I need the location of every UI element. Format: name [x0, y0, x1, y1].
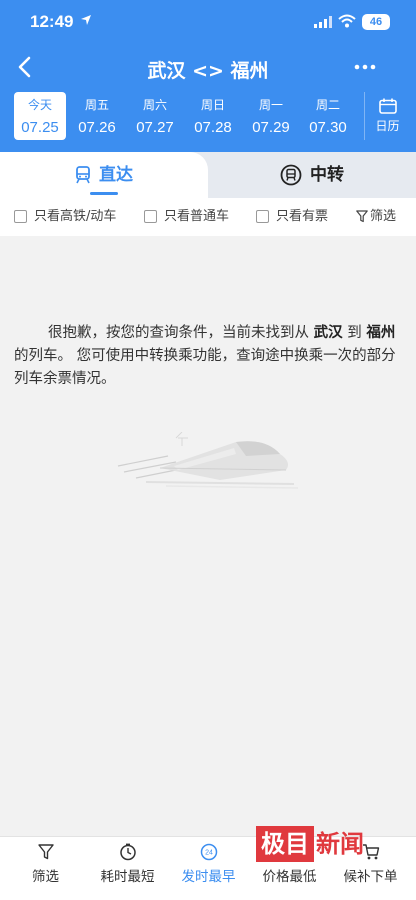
calendar-icon	[378, 98, 397, 114]
date-weekday: 周六	[142, 98, 167, 112]
high-speed-checkbox[interactable]	[14, 210, 27, 223]
sort-earliest-label: 发时最早	[181, 869, 236, 885]
nav-bar: 武汉 <> 福州	[0, 44, 416, 90]
date-item[interactable]: 周六 07.27	[129, 92, 181, 140]
high-speed-label: 只看高铁/动车	[34, 209, 117, 224]
funnel-icon	[356, 210, 368, 223]
regular-checkbox[interactable]	[144, 210, 157, 223]
date-number: 07.25	[21, 119, 59, 136]
sort-earliest-button[interactable]: 24 发时最早	[167, 843, 250, 885]
sort-shortest-button[interactable]: 耗时最短	[86, 843, 169, 885]
tab-underline	[90, 192, 118, 195]
date-item[interactable]: 周五 07.26	[71, 92, 123, 140]
message-text-2: 到	[342, 325, 367, 341]
calendar-button[interactable]: 日历	[364, 92, 410, 140]
results-area: 很抱歉，按您的查询条件，当前未找到从 武汉 到 福州 的列车。 您可使用中转换乘…	[0, 236, 416, 836]
date-item-today[interactable]: 今天 07.25	[14, 92, 66, 140]
date-item[interactable]: 周日 07.28	[187, 92, 239, 140]
date-weekday: 周二	[315, 98, 340, 112]
tab-transfer-label: 中转	[310, 165, 344, 185]
timer-icon	[119, 843, 136, 861]
tab-bar: 直达 中转	[0, 152, 416, 198]
destination-station: 福州	[366, 325, 396, 341]
watermark-box-text: 极目	[256, 826, 314, 862]
message-text-3: 的列车。 您可使用中转换乘功能，查询途中换乘一次的部分列车余票情况。	[14, 348, 396, 387]
status-time: 12:49	[30, 12, 74, 31]
wifi-icon	[338, 14, 356, 28]
date-item[interactable]: 周二 07.30	[302, 92, 354, 140]
no-result-message: 很抱歉，按您的查询条件，当前未找到从 武汉 到 福州 的列车。 您可使用中转换乘…	[14, 322, 404, 391]
date-number: 07.29	[252, 119, 290, 136]
status-bar: 12:49 46	[0, 0, 416, 44]
battery-indicator: 46	[362, 14, 390, 30]
calendar-label: 日历	[375, 119, 400, 133]
tab-transfer[interactable]: 中转	[208, 152, 416, 198]
date-weekday: 周五	[84, 98, 109, 112]
date-number: 07.26	[78, 119, 116, 136]
sort-cheapest-label: 价格最低	[262, 869, 317, 885]
tab-direct[interactable]: 直达	[0, 152, 208, 198]
more-icon[interactable]	[352, 56, 378, 78]
filter-button-label: 筛选	[370, 209, 397, 224]
funnel-icon	[37, 844, 54, 860]
date-number: 07.28	[194, 119, 232, 136]
filter-row: 只看高铁/动车 只看普通车 只看有票 筛选	[0, 198, 416, 236]
location-arrow-icon	[81, 15, 91, 25]
bottom-filter-label: 筛选	[32, 869, 59, 885]
clock-24-icon: 24	[200, 843, 217, 861]
message-text-1: 很抱歉，按您的查询条件，当前未找到从	[48, 325, 314, 341]
origin-station: 武汉	[313, 325, 343, 341]
train-illustration	[117, 432, 299, 489]
header: 12:49 46 武汉 <> 福州 今天 07.25 周五 07.26 周六 0…	[0, 0, 416, 152]
date-number: 07.30	[309, 119, 347, 136]
waitlist-label: 候补下单	[343, 869, 398, 885]
date-strip: 今天 07.25 周五 07.26 周六 07.27 周日 07.28 周一 0…	[0, 90, 416, 146]
sort-shortest-label: 耗时最短	[100, 869, 155, 885]
watermark-text: 新闻	[316, 829, 364, 858]
regular-label: 只看普通车	[164, 209, 230, 224]
bottom-filter-button[interactable]: 筛选	[4, 843, 87, 885]
available-checkbox[interactable]	[256, 210, 269, 223]
date-weekday: 周一	[258, 98, 283, 112]
date-number: 07.27	[136, 119, 174, 136]
news-watermark-logo: 极目 新闻	[256, 826, 380, 862]
signal-icon	[314, 16, 332, 28]
available-label: 只看有票	[276, 209, 329, 224]
date-weekday: 今天	[27, 98, 52, 112]
transfer-train-icon	[280, 164, 302, 186]
date-weekday: 周日	[200, 98, 225, 112]
train-icon	[76, 166, 90, 184]
date-item[interactable]: 周一 07.29	[245, 92, 297, 140]
tab-direct-label: 直达	[99, 165, 133, 185]
clock-24-badge: 24	[205, 850, 213, 857]
